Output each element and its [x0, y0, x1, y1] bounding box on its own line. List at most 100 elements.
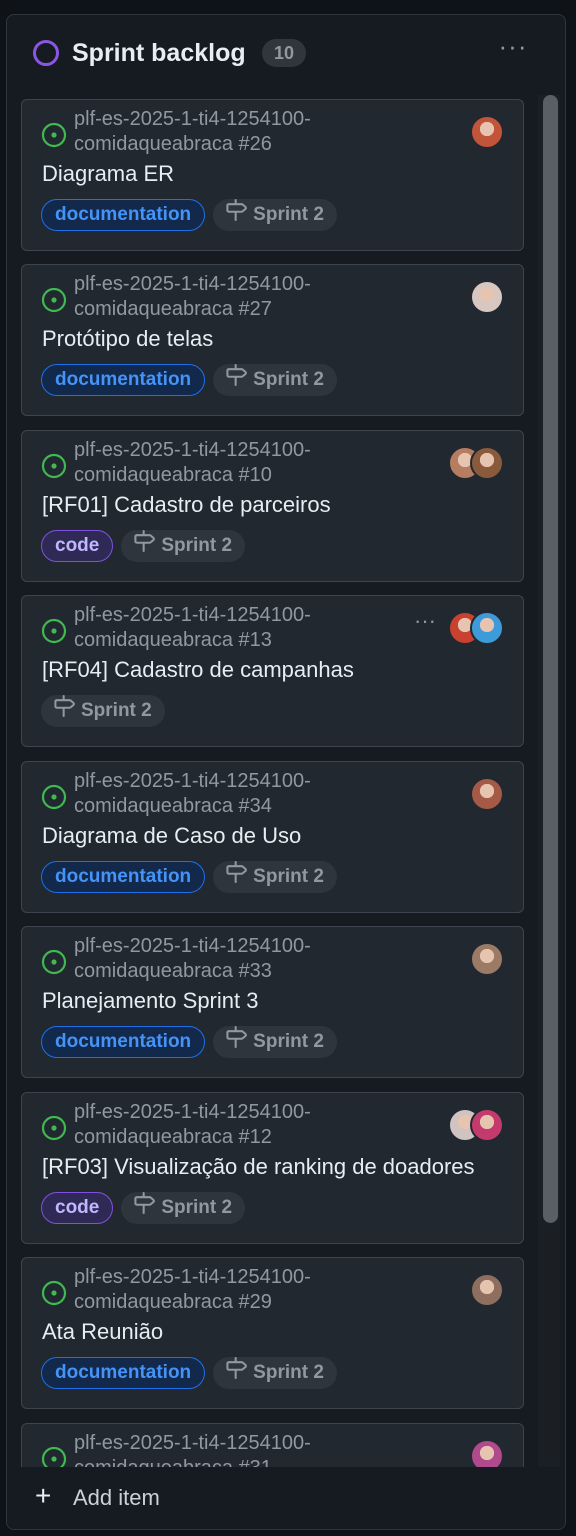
iteration-chip[interactable]: Sprint 2: [213, 363, 337, 397]
repo-reference[interactable]: plf-es-2025-1-ti4-1254100- comidaqueabrac…: [74, 438, 404, 488]
assignees: [470, 1439, 504, 1468]
milestone-signpost-icon: [225, 363, 248, 397]
iteration-label: Sprint 2: [161, 1197, 233, 1218]
issue-title[interactable]: Ata Reunião: [42, 1318, 512, 1346]
ellipsis-icon[interactable]: ···: [493, 33, 533, 65]
repo-reference[interactable]: plf-es-2025-1-ti4-1254100- comidaqueabrac…: [74, 934, 404, 984]
issue-card[interactable]: plf-es-2025-1-ti4-1254100- comidaqueabrac…: [21, 595, 524, 747]
add-item-label: Add item: [73, 1485, 160, 1510]
repo-reference[interactable]: plf-es-2025-1-ti4-1254100- comidaqueabrac…: [74, 107, 404, 157]
iteration-chip[interactable]: Sprint 2: [213, 1025, 337, 1059]
avatar[interactable]: [470, 1108, 504, 1142]
milestone-signpost-icon: [225, 198, 248, 232]
issue-open-icon: [41, 453, 67, 479]
repo-reference[interactable]: plf-es-2025-1-ti4-1254100- comidaqueabrac…: [74, 1100, 404, 1150]
issue-open-icon: [41, 287, 67, 313]
milestone-signpost-icon: [133, 529, 156, 563]
label-row: code Sprint 2: [41, 1191, 246, 1225]
issue-open-icon: [41, 1446, 67, 1468]
column-header: Sprint backlog 10 ···: [7, 15, 565, 93]
iteration-chip[interactable]: Sprint 2: [213, 198, 337, 232]
issue-card[interactable]: plf-es-2025-1-ti4-1254100- comidaqueabrac…: [21, 430, 524, 582]
iteration-label: Sprint 2: [253, 1031, 324, 1052]
iteration-label: Sprint 2: [253, 1362, 324, 1383]
label-row: documentation Sprint 2: [41, 1025, 337, 1059]
repo-reference[interactable]: plf-es-2025-1-ti4-1254100- comidaqueabrac…: [74, 769, 404, 819]
issue-title[interactable]: Protótipo de telas: [42, 325, 512, 353]
iteration-label: Sprint 2: [81, 700, 152, 721]
status-circle-icon: [33, 40, 59, 66]
label-code[interactable]: code: [41, 530, 114, 562]
label-row: documentation Sprint 2: [41, 1356, 337, 1390]
issue-card[interactable]: plf-es-2025-1-ti4-1254100- comidaqueabrac…: [21, 1423, 524, 1468]
issue-title[interactable]: Diagrama ER: [42, 160, 512, 188]
card-list: plf-es-2025-1-ti4-1254100- comidaqueabrac…: [7, 95, 537, 1468]
assignees: [470, 115, 504, 149]
avatar[interactable]: [470, 115, 504, 149]
assignees: [470, 777, 504, 811]
iteration-chip[interactable]: Sprint 2: [213, 860, 337, 894]
milestone-signpost-icon: [225, 1025, 248, 1059]
add-item-button[interactable]: + Add item: [7, 1467, 565, 1529]
issue-title[interactable]: Diagrama de Caso de Uso: [42, 822, 512, 850]
repo-reference[interactable]: plf-es-2025-1-ti4-1254100- comidaqueabrac…: [74, 603, 404, 653]
iteration-chip[interactable]: Sprint 2: [121, 1191, 246, 1225]
assignees: [470, 280, 504, 314]
avatar[interactable]: [470, 942, 504, 976]
label-code[interactable]: code: [41, 1192, 114, 1224]
avatar[interactable]: [470, 280, 504, 314]
repo-reference[interactable]: plf-es-2025-1-ti4-1254100- comidaqueabrac…: [74, 1265, 404, 1315]
iteration-chip[interactable]: Sprint 2: [213, 1356, 337, 1390]
assignees: [470, 942, 504, 976]
label-documentation[interactable]: documentation: [41, 1357, 206, 1389]
scrollbar[interactable]: [538, 95, 560, 1468]
sprint-backlog-column: Sprint backlog 10 ··· plf-es-2025-1-ti4-…: [6, 14, 566, 1530]
issue-card[interactable]: plf-es-2025-1-ti4-1254100- comidaqueabrac…: [21, 926, 524, 1078]
label-row: documentation Sprint 2: [41, 363, 337, 397]
label-row: documentation Sprint 2: [41, 198, 337, 232]
iteration-chip[interactable]: Sprint 2: [121, 529, 246, 563]
avatar[interactable]: [470, 1439, 504, 1468]
issue-open-icon: [41, 784, 67, 810]
issue-title[interactable]: Planejamento Sprint 3: [42, 987, 512, 1015]
iteration-label: Sprint 2: [253, 204, 324, 225]
item-count-badge: 10: [262, 39, 307, 67]
issue-card[interactable]: plf-es-2025-1-ti4-1254100- comidaqueabrac…: [21, 1092, 524, 1244]
label-documentation[interactable]: documentation: [41, 364, 206, 396]
issue-title[interactable]: [RF01] Cadastro de parceiros: [42, 491, 512, 519]
label-row: code Sprint 2: [41, 529, 246, 563]
avatar[interactable]: [470, 1273, 504, 1307]
label-documentation[interactable]: documentation: [41, 199, 206, 231]
issue-card[interactable]: plf-es-2025-1-ti4-1254100- comidaqueabrac…: [21, 1257, 524, 1409]
iteration-chip[interactable]: Sprint 2: [41, 694, 165, 727]
issue-open-icon: [41, 1115, 67, 1141]
label-documentation[interactable]: documentation: [41, 861, 206, 893]
repo-reference[interactable]: plf-es-2025-1-ti4-1254100- comidaqueabrac…: [74, 272, 404, 322]
issue-title[interactable]: [RF04] Cadastro de campanhas: [42, 656, 512, 684]
iteration-label: Sprint 2: [253, 369, 324, 390]
avatar[interactable]: [470, 777, 504, 811]
iteration-label: Sprint 2: [253, 866, 324, 887]
issue-open-icon: [41, 618, 67, 644]
scrollbar-thumb[interactable]: [543, 95, 558, 1223]
milestone-signpost-icon: [225, 860, 248, 894]
milestone-signpost-icon: [225, 1356, 248, 1390]
issue-title[interactable]: [RF03] Visualização de ranking de doador…: [42, 1153, 512, 1181]
avatar[interactable]: [470, 446, 504, 480]
column-title: Sprint backlog: [72, 39, 246, 67]
issue-open-icon: [41, 1280, 67, 1306]
ellipsis-icon[interactable]: ···: [410, 610, 440, 640]
assignees: [470, 1273, 504, 1307]
repo-reference[interactable]: plf-es-2025-1-ti4-1254100- comidaqueabrac…: [74, 1431, 404, 1468]
label-row: documentation Sprint 2: [41, 860, 337, 894]
label-documentation[interactable]: documentation: [41, 1026, 206, 1058]
issue-card[interactable]: plf-es-2025-1-ti4-1254100- comidaqueabrac…: [21, 264, 524, 416]
label-row: Sprint 2: [41, 694, 165, 727]
issue-card[interactable]: plf-es-2025-1-ti4-1254100- comidaqueabrac…: [21, 761, 524, 913]
issue-card[interactable]: plf-es-2025-1-ti4-1254100- comidaqueabrac…: [21, 99, 524, 251]
issue-open-icon: [41, 122, 67, 148]
avatar[interactable]: [470, 611, 504, 645]
issue-open-icon: [41, 949, 67, 975]
iteration-label: Sprint 2: [161, 535, 233, 556]
milestone-signpost-icon: [133, 1191, 156, 1225]
